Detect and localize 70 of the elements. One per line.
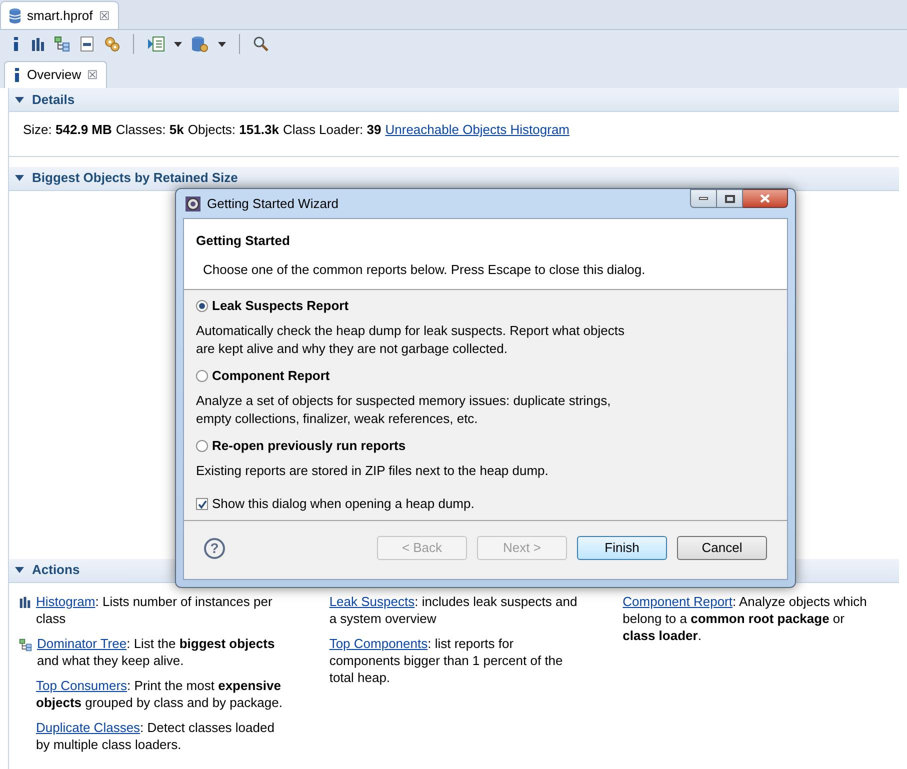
close-icon <box>760 194 770 203</box>
tab-title: Overview <box>27 66 82 84</box>
action-link[interactable]: Histogram <box>36 594 96 608</box>
radio-button[interactable] <box>196 440 208 452</box>
action-link[interactable]: Component Report <box>622 594 732 608</box>
editor-tab[interactable]: smart.hprof ☒ <box>0 1 119 29</box>
section-header[interactable]: Details <box>9 88 899 112</box>
tree-icon[interactable] <box>54 36 70 52</box>
section-title: Biggest Objects by Retained Size <box>32 169 238 188</box>
wizard-button[interactable]: Finish <box>577 536 667 560</box>
tree-icon <box>19 638 32 652</box>
radio-button[interactable] <box>196 300 208 312</box>
collapse-triangle-icon[interactable] <box>15 567 24 573</box>
action-description: Duplicate Classes: Detect classes loaded by multiple class loaders. <box>36 718 276 752</box>
document-icon[interactable] <box>79 36 95 52</box>
search-icon[interactable] <box>253 36 269 52</box>
action-link[interactable]: Leak Suspects <box>329 594 415 608</box>
action-description: Top Components: list reports for components bigger than 1 percent of the total heap. <box>329 634 564 686</box>
minimize-button[interactable] <box>690 189 717 208</box>
detail-stat: Objects: 151.3k <box>188 121 279 139</box>
collapse-triangle-icon[interactable] <box>15 96 24 102</box>
report-description: Automatically check the heap dump for leak suspects. Report what objects are kept alive and why they are not garbage collected. <box>196 322 626 358</box>
action-link[interactable]: Top Components <box>329 636 428 650</box>
action-description: Component Report: Analyze objects which belong to a common root package or class loader. <box>622 592 868 644</box>
detail-stat: Classes: 5k <box>116 121 184 139</box>
report-icon[interactable] <box>147 36 165 52</box>
section-title: Details <box>32 90 75 109</box>
dialog-title: Getting Started Wizard <box>207 194 340 213</box>
close-icon[interactable]: ☒ <box>98 6 110 24</box>
radio-button[interactable] <box>196 370 208 382</box>
report-description: Analyze a set of objects for suspected memory issues: duplicate strings, empty collections, finalizer, weak references, etc. <box>196 392 612 428</box>
dropdown-caret-icon[interactable] <box>218 42 226 46</box>
gears-icon[interactable] <box>104 36 120 52</box>
section-header[interactable]: Biggest Objects by Retained Size <box>9 166 899 190</box>
action-description: Top Consumers: Print the most expensive objects grouped by class and by package. <box>36 676 284 710</box>
gear-icon <box>185 196 201 212</box>
minimize-icon <box>699 197 708 200</box>
maximize-icon <box>724 194 734 202</box>
bar-chart-icon <box>19 596 31 608</box>
page-message: Choose one of the common reports below. Press Escape to close this dialog. <box>202 260 646 279</box>
action-link[interactable]: Top Consumers <box>36 678 128 692</box>
detail-stat: Size: 542.9 MB <box>23 121 112 139</box>
action-description: Leak Suspects: includes leak suspects and a system overview <box>329 592 578 626</box>
report-radio[interactable]: Leak Suspects Report <box>196 296 775 316</box>
report-radio[interactable]: Component Report <box>196 366 775 386</box>
help-icon[interactable]: ? <box>204 538 225 558</box>
checkbox[interactable] <box>196 498 208 510</box>
info-icon <box>13 68 21 82</box>
wizard-button[interactable]: Cancel <box>677 536 767 560</box>
action-description: Histogram: Lists number of instances per class <box>36 592 274 626</box>
bar-chart-icon[interactable] <box>31 37 45 51</box>
histogram-link[interactable]: Unreachable Objects Histogram <box>385 120 570 140</box>
database-icon <box>9 8 21 24</box>
maximize-button[interactable] <box>717 189 743 208</box>
detail-stat: Class Loader: 39 <box>282 121 382 139</box>
view-tab[interactable]: Overview ☒ <box>4 61 108 88</box>
close-button[interactable] <box>743 189 788 208</box>
page-heading: Getting Started <box>196 232 291 250</box>
action-link[interactable]: Duplicate Classes <box>36 720 140 734</box>
tab-title: smart.hprof <box>27 6 93 25</box>
report-radio[interactable]: Re-open previously run reports <box>196 436 775 456</box>
database-gear-icon[interactable] <box>191 36 209 52</box>
close-icon[interactable]: ☒ <box>87 66 98 84</box>
report-description: Existing reports are stored in ZIP files next to the heap dump. <box>196 462 550 480</box>
dropdown-caret-icon[interactable] <box>174 42 182 46</box>
section-title: Actions <box>32 561 80 580</box>
action-link[interactable]: Dominator Tree <box>37 636 127 650</box>
action-description: Dominator Tree: List the biggest objects and what they keep alive. <box>37 634 276 668</box>
show-dialog-checkbox[interactable]: Show this dialog when opening a heap dump. <box>196 494 775 514</box>
collapse-triangle-icon[interactable] <box>15 175 24 181</box>
